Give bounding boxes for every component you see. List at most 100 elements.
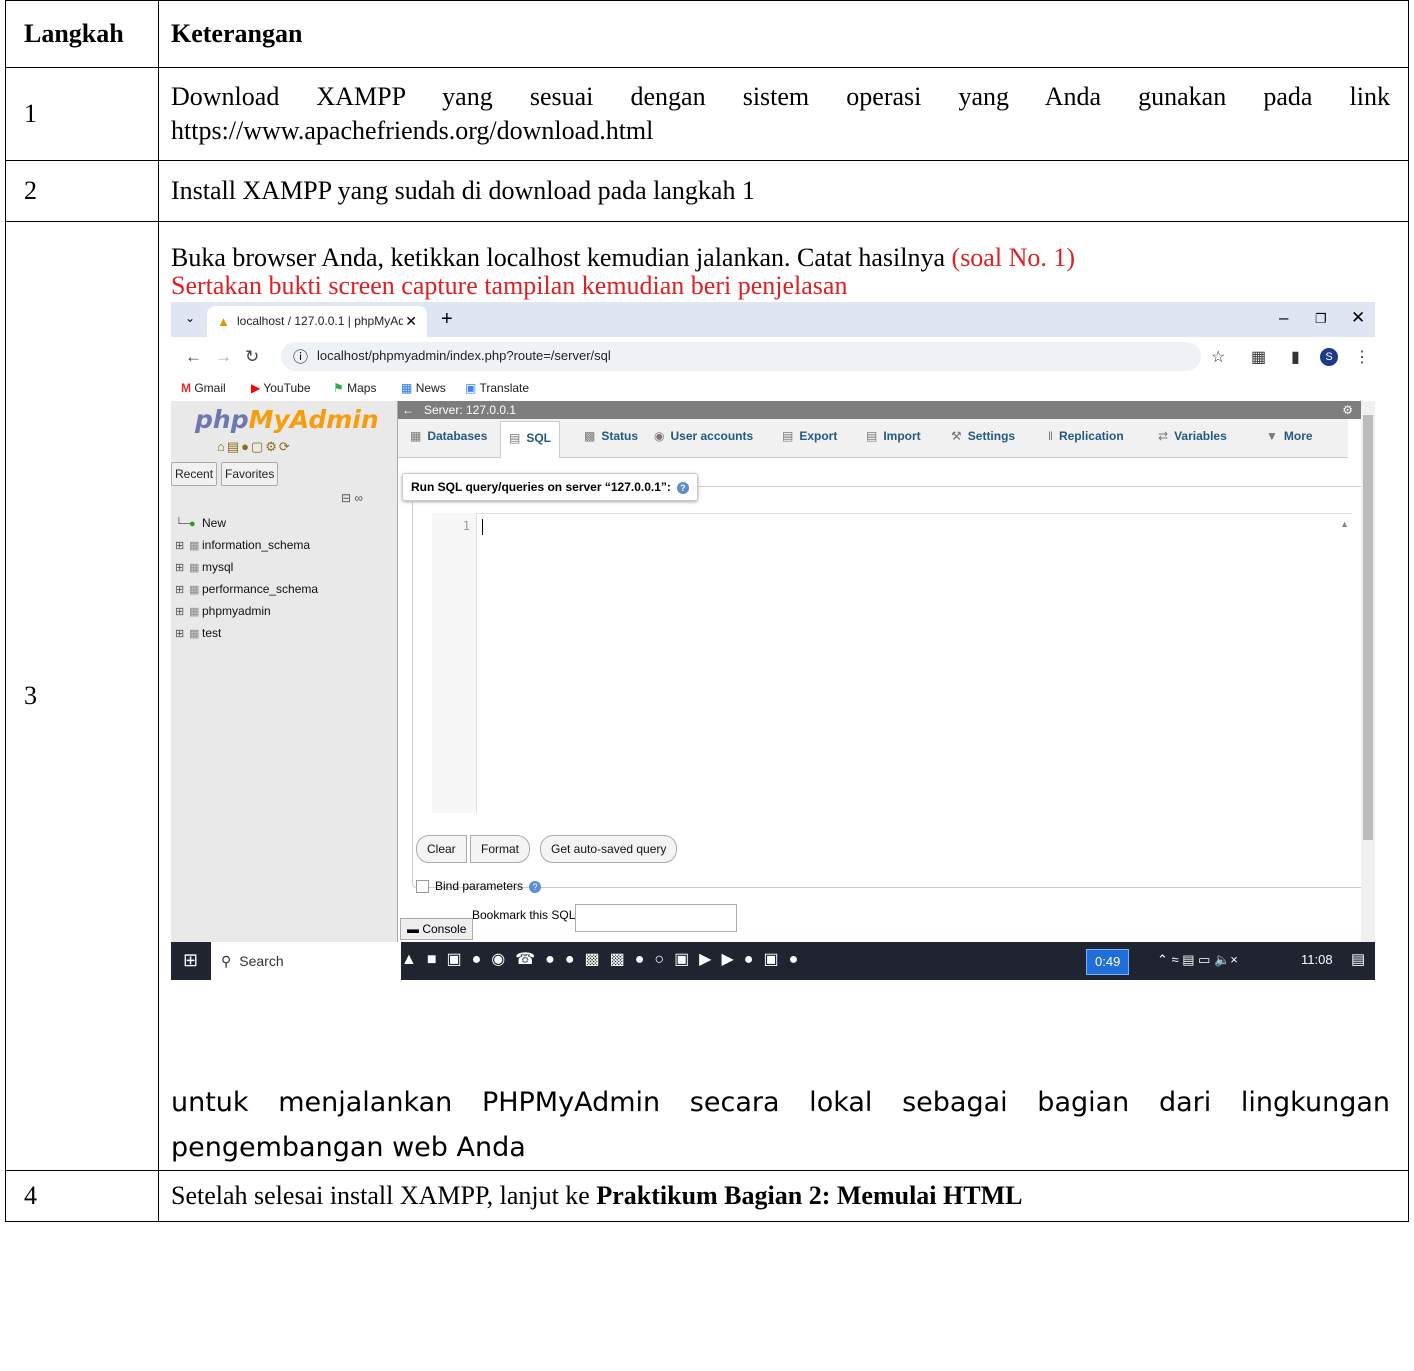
tree-item[interactable]: ⊞ ▦ test — [175, 622, 318, 644]
tab-status[interactable]: ▩ Status — [584, 429, 638, 443]
step-number: 1 — [5, 67, 159, 161]
back-icon[interactable]: ← — [185, 347, 202, 367]
close-window-icon[interactable]: ✕ — [1351, 308, 1365, 328]
replication-icon: ‖ — [1048, 429, 1053, 443]
sidepanel-icon[interactable]: ▮ — [1291, 347, 1300, 367]
tab-user-accounts[interactable]: ◉ User accounts — [654, 429, 753, 443]
wrench-icon: ⚒ — [951, 429, 962, 443]
tab-replication[interactable]: ‖ Replication — [1048, 429, 1124, 443]
search-icon: ⚲ — [221, 953, 232, 969]
forward-icon[interactable]: → — [215, 347, 232, 367]
server-label[interactable]: Server: 127.0.0.1 — [424, 401, 516, 419]
top-menu: ▦ Databases ▤ SQL ▩ Status ◉ User accounts ▤… — [398, 419, 1348, 458]
tree-item[interactable]: ⊞ ▦ information_schema — [175, 534, 318, 556]
gmail-icon: M — [181, 381, 191, 395]
expand-icon[interactable]: ⊞ — [175, 579, 189, 601]
bookmark-translate[interactable]: ▣ Translate — [465, 381, 529, 395]
bookmark-youtube[interactable]: ▶ YouTube — [251, 381, 311, 395]
tree-label: phpmyadmin — [202, 604, 271, 618]
tab-import[interactable]: ▤ Import — [866, 429, 921, 443]
expand-icon[interactable]: ⊞ — [175, 535, 189, 557]
legend-text: Run SQL query/queries on server “127.0.0… — [411, 480, 671, 494]
scrollbar-thumb[interactable] — [1363, 415, 1373, 840]
expand-icon[interactable]: ⊞ — [175, 623, 189, 645]
bookmark-news[interactable]: ▦ News — [401, 381, 446, 395]
tab-variables[interactable]: ⇄ Variables — [1158, 429, 1227, 443]
table-row: 2 Install XAMPP yang sudah di download p… — [5, 160, 1409, 222]
tree-item[interactable]: ⊞ ▦ phpmyadmin — [175, 600, 318, 622]
nav-shortcut-icons[interactable]: ⌂▤●▢⚙⟳ — [217, 439, 292, 455]
close-tab-icon[interactable]: ✕ — [405, 306, 417, 337]
step-number: 4 — [5, 1170, 159, 1222]
gear-icon[interactable]: ⚙ — [1342, 401, 1353, 419]
scroll-up-icon[interactable]: ▲ — [1340, 519, 1349, 529]
console-button[interactable]: ▬ Console — [400, 918, 474, 940]
help-icon[interactable]: ? — [676, 482, 689, 494]
tab-label: SQL — [526, 431, 552, 445]
step-description: Setelah selesai install XAMPP, lanjut ke… — [158, 1170, 1409, 1222]
tab-databases[interactable]: ▦ Databases — [410, 429, 487, 443]
step-description: Download XAMPP yang sesuai dengan sistem… — [158, 67, 1409, 161]
expand-icon[interactable]: ⊞ — [175, 557, 189, 579]
sql-editor[interactable] — [432, 513, 1352, 814]
tab-more[interactable]: ▼ More — [1266, 429, 1313, 443]
avatar[interactable]: S — [1320, 348, 1338, 366]
tab-title: localhost / 127.0.0.1 | phpMyAd — [237, 314, 403, 328]
info-icon[interactable]: ⓘ — [293, 346, 308, 367]
youtube-icon: ▶ — [251, 381, 261, 395]
star-icon[interactable]: ☆ — [1211, 347, 1225, 367]
url-field[interactable]: ⓘ localhost/phpmyadmin/index.php?route=/… — [281, 342, 1201, 371]
recent-button[interactable]: Recent — [171, 462, 218, 486]
tab-label: Replication — [1058, 429, 1124, 443]
phpmyadmin-favicon-icon: ▲ — [217, 314, 230, 329]
tree-label: test — [202, 626, 222, 640]
timer-badge[interactable]: 0:49 — [1086, 949, 1130, 975]
bookmark-gmail[interactable]: M Gmail — [181, 381, 226, 395]
bind-parameters-option[interactable]: Bind parameters? — [416, 879, 542, 894]
clear-button[interactable]: Clear — [416, 835, 467, 863]
tab-settings[interactable]: ⚒ Settings — [951, 429, 1015, 443]
taskbar-time[interactable]: 11:08 — [1301, 952, 1333, 967]
collapse-nav-icon[interactable]: ← — [402, 401, 414, 419]
favorites-button[interactable]: Favorites — [221, 462, 279, 486]
tree-item[interactable]: ⊞ ▦ mysql — [175, 556, 318, 578]
minimize-icon[interactable]: – — [1279, 308, 1288, 328]
tab-sql[interactable]: ▤ SQL — [500, 421, 561, 458]
phpmyadmin-logo[interactable]: phpMyAdmin — [195, 405, 379, 434]
restore-icon[interactable]: ❐ — [1315, 311, 1327, 327]
get-auto-saved-query-button[interactable]: Get auto-saved query — [540, 835, 678, 863]
step-text: Setelah selesai install XAMPP, lanjut ke — [171, 1181, 597, 1210]
reload-icon[interactable]: ↻ — [245, 347, 259, 367]
system-tray-icons[interactable]: ⌃ ≈ ▤ ▭ 🔈× — [1157, 952, 1238, 968]
format-button[interactable]: Format — [470, 835, 531, 863]
collapse-link-icon[interactable]: ⊟ ∞ — [341, 491, 363, 505]
notification-icon[interactable]: ▤ — [1351, 950, 1365, 968]
step-number: 3 — [5, 221, 159, 1171]
tree-label: mysql — [202, 560, 234, 574]
tab-search-icon[interactable]: ⌄ — [179, 311, 201, 329]
windows-start-icon[interactable]: ⊞ — [183, 950, 198, 971]
page-scrollbar[interactable] — [1361, 401, 1375, 942]
tree-item-new[interactable]: └─● New — [175, 512, 318, 534]
help-icon[interactable]: ? — [529, 881, 542, 893]
bind-parameters-label: Bind parameters — [435, 879, 524, 893]
taskbar-search[interactable]: ⚲ Search — [211, 942, 401, 980]
browser-tab[interactable]: ▲ localhost / 127.0.0.1 | phpMyAd ✕ — [207, 306, 427, 337]
new-db-icon: ● — [189, 518, 196, 530]
explanation-text: untuk menjalankan PHPMyAdmin secara loka… — [171, 1087, 1390, 1163]
expand-icon[interactable]: ⊞ — [175, 601, 189, 623]
menu-icon[interactable]: ⋮ — [1354, 347, 1370, 367]
tab-export[interactable]: ▤ Export — [782, 429, 837, 443]
screenshot-instruction: Sertakan bukti screen capture tampilan k… — [171, 271, 848, 300]
new-tab-icon[interactable]: + — [441, 308, 453, 331]
bookmark-maps[interactable]: ⚑ Maps — [333, 381, 376, 395]
database-icon: ▦ — [189, 562, 200, 574]
extensions-icon[interactable]: ▦ — [1251, 347, 1266, 367]
step-text: Buka browser Anda, ketikkan localhost ke… — [171, 243, 952, 272]
taskbar-apps[interactable]: ▲■▣●◉☎●●▩▩●○▣▶▶●▣● — [401, 949, 808, 969]
bind-parameters-checkbox[interactable] — [416, 880, 429, 894]
step-instruction: Buka browser Anda, ketikkan localhost ke… — [171, 244, 1390, 272]
bookmark-input[interactable] — [575, 904, 737, 932]
database-icon: ▦ — [410, 429, 422, 443]
tree-item[interactable]: ⊞ ▦ performance_schema — [175, 578, 318, 600]
